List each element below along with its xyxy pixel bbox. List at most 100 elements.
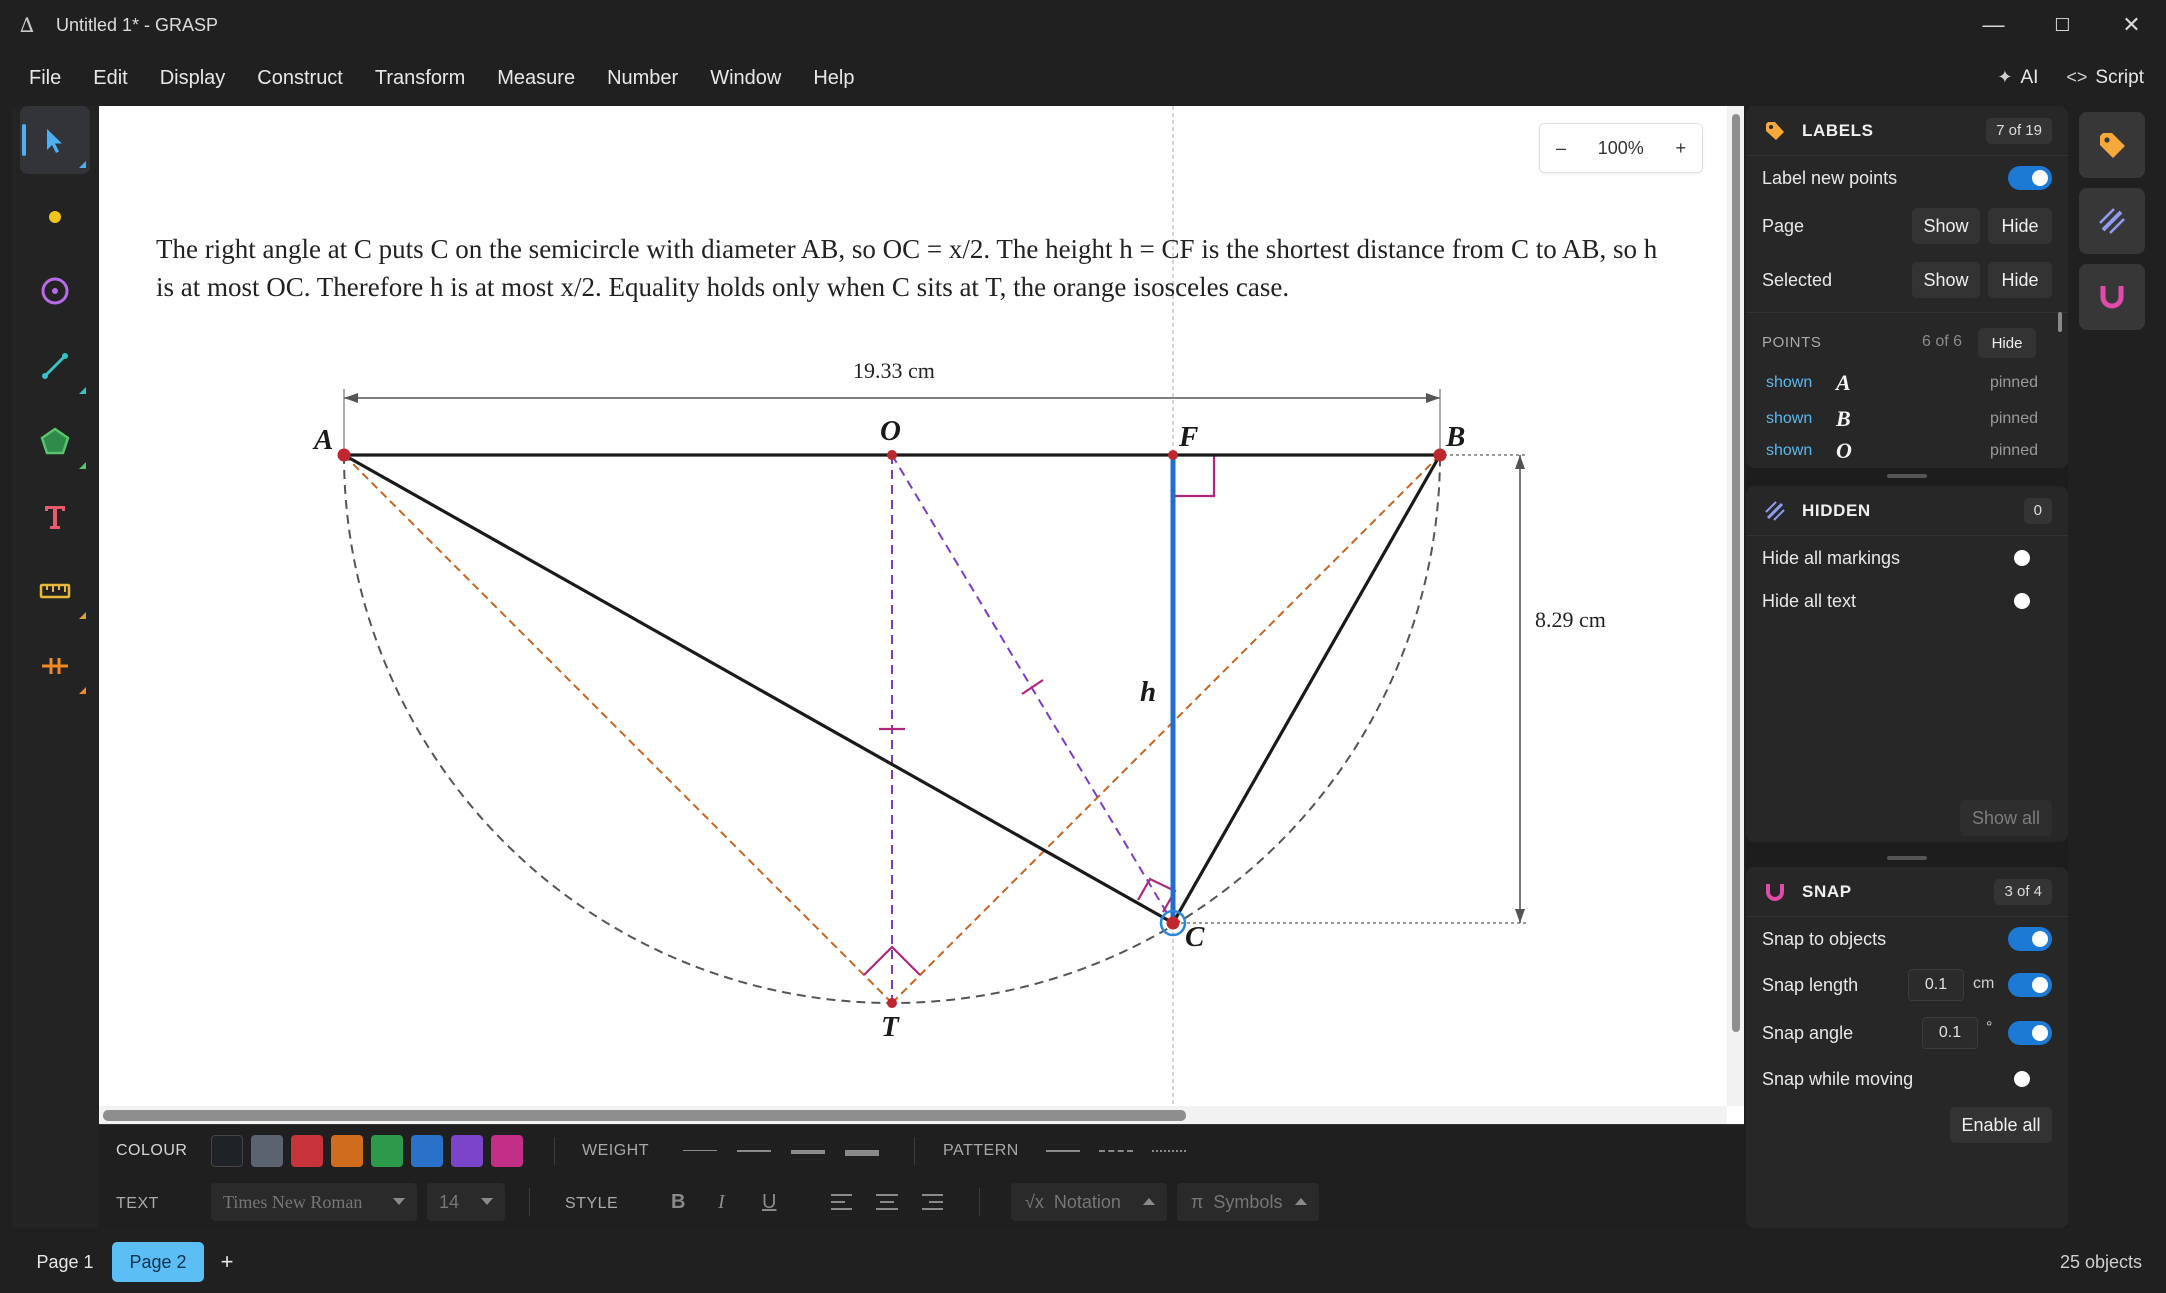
hide-all-markings-toggle[interactable]	[2008, 546, 2052, 570]
label-f[interactable]: F	[1178, 421, 1198, 453]
snap-angle-input[interactable]: 0.1	[1922, 1017, 1978, 1049]
horizontal-scrollbar[interactable]	[99, 1106, 1727, 1124]
snap-to-objects-toggle[interactable]	[2008, 927, 2052, 951]
snap-length-toggle[interactable]	[2008, 973, 2052, 997]
menu-help[interactable]: Help	[797, 56, 870, 100]
purple-segment-oc[interactable]	[891, 454, 1174, 924]
menu-number[interactable]: Number	[591, 56, 694, 100]
segment-ac[interactable]	[343, 453, 1174, 925]
labels-panel-button[interactable]	[2079, 112, 2145, 178]
menu-window[interactable]: Window	[694, 56, 797, 100]
labels-header[interactable]: LABELS 7 of 19	[1746, 106, 2068, 156]
point-row-b[interactable]: shown Bpinned	[1766, 402, 2048, 436]
align-left-icon[interactable]	[830, 1193, 854, 1211]
pattern-dotted[interactable]	[1152, 1150, 1186, 1152]
align-right-icon[interactable]	[920, 1193, 944, 1211]
maximize-button[interactable]: ☐	[2028, 0, 2097, 50]
align-center-icon[interactable]	[875, 1193, 899, 1211]
vertical-scroll-thumb[interactable]	[1732, 114, 1740, 1032]
point-a[interactable]	[337, 448, 351, 462]
line-tool[interactable]	[20, 332, 90, 400]
point-b[interactable]	[1433, 448, 1447, 462]
point-t[interactable]	[887, 998, 897, 1008]
label-h[interactable]: h	[1140, 676, 1156, 708]
polygon-tool[interactable]	[20, 407, 90, 475]
weight-regular[interactable]	[737, 1150, 771, 1152]
close-button[interactable]: ✕	[2097, 0, 2166, 50]
point-row-o[interactable]: shown Opinned	[1766, 436, 2048, 466]
label-b[interactable]: B	[1445, 421, 1465, 453]
zoom-out-button[interactable]: –	[1556, 138, 1566, 159]
swatch-orange[interactable]	[331, 1135, 363, 1167]
selected-hide-button[interactable]: Hide	[1988, 262, 2052, 298]
dimension-height-label[interactable]: 8.29 cm	[1535, 607, 1606, 632]
point-state[interactable]: shown	[1766, 410, 1836, 428]
page-tab-1[interactable]: Page 1	[24, 1242, 106, 1282]
menu-file[interactable]: File	[0, 56, 77, 100]
hide-all-text-toggle[interactable]	[2008, 589, 2052, 613]
minimize-button[interactable]: —	[1959, 0, 2028, 50]
pattern-dashed[interactable]	[1099, 1150, 1133, 1152]
point-f[interactable]	[1168, 450, 1178, 460]
snap-length-input[interactable]: 0.1	[1908, 969, 1964, 1001]
dimension-width-label[interactable]: 19.33 cm	[853, 358, 935, 383]
weight-medium[interactable]	[791, 1150, 825, 1154]
points-hide-button[interactable]: Hide	[1978, 328, 2036, 358]
circle-tool[interactable]	[20, 257, 90, 325]
measure-tool[interactable]	[20, 557, 90, 625]
weight-thin[interactable]	[683, 1150, 717, 1151]
swatch-blue[interactable]	[411, 1135, 443, 1167]
menu-construct[interactable]: Construct	[241, 56, 359, 100]
hidden-header[interactable]: HIDDEN 0	[1746, 486, 2068, 536]
ai-button[interactable]: ✦ AI	[1997, 67, 2038, 89]
vertical-scrollbar[interactable]	[1727, 106, 1744, 1106]
underline-button[interactable]: U	[762, 1191, 776, 1214]
section-resize-handle[interactable]	[1887, 474, 1927, 478]
label-a[interactable]: A	[312, 424, 333, 456]
point-o[interactable]	[887, 450, 897, 460]
points-scroll-thumb[interactable]	[2058, 312, 2062, 332]
swatch-black[interactable]	[211, 1135, 243, 1167]
show-all-button[interactable]: Show all	[1960, 800, 2052, 836]
point-state[interactable]: shown	[1766, 442, 1836, 460]
snap-while-moving-toggle[interactable]	[2008, 1067, 2052, 1091]
font-family-select[interactable]: Times New Roman	[211, 1183, 417, 1221]
snap-header[interactable]: SNAP 3 of 4	[1746, 867, 2068, 917]
point-state[interactable]: shown	[1766, 374, 1836, 392]
page-show-button[interactable]: Show	[1912, 208, 1980, 244]
marker-tool[interactable]	[20, 632, 90, 700]
segment-bc[interactable]	[1171, 454, 1442, 924]
page-hide-button[interactable]: Hide	[1988, 208, 2052, 244]
swatch-magenta[interactable]	[491, 1135, 523, 1167]
menu-display[interactable]: Display	[144, 56, 242, 100]
label-new-points-toggle[interactable]	[2008, 166, 2052, 190]
menu-measure[interactable]: Measure	[481, 56, 591, 100]
script-button[interactable]: <> Script	[2066, 67, 2144, 89]
bold-button[interactable]: B	[671, 1191, 685, 1214]
symbols-dropdown[interactable]: π Symbols	[1177, 1183, 1319, 1221]
zoom-in-button[interactable]: +	[1675, 138, 1686, 159]
add-page-button[interactable]: +	[214, 1242, 240, 1282]
swatch-gray[interactable]	[251, 1135, 283, 1167]
swatch-red[interactable]	[291, 1135, 323, 1167]
label-c[interactable]: C	[1185, 921, 1205, 953]
horizontal-scroll-thumb[interactable]	[103, 1110, 1186, 1121]
hidden-panel-button[interactable]	[2079, 188, 2145, 254]
selected-show-button[interactable]: Show	[1912, 262, 1980, 298]
point-c[interactable]	[1166, 916, 1180, 930]
italic-button[interactable]: I	[718, 1191, 725, 1214]
pattern-solid[interactable]	[1046, 1150, 1080, 1152]
swatch-green[interactable]	[371, 1135, 403, 1167]
font-size-select[interactable]: 14	[427, 1183, 505, 1221]
swatch-purple[interactable]	[451, 1135, 483, 1167]
weight-heavy[interactable]	[845, 1150, 879, 1156]
orange-segment-at[interactable]	[343, 454, 893, 1004]
label-t[interactable]: T	[881, 1011, 900, 1043]
menu-edit[interactable]: Edit	[77, 56, 143, 100]
explanation-text[interactable]: The right angle at C puts C on the semic…	[156, 230, 1676, 306]
snap-angle-toggle[interactable]	[2008, 1021, 2052, 1045]
menu-transform[interactable]: Transform	[359, 56, 481, 100]
text-tool[interactable]	[20, 482, 90, 550]
label-o[interactable]: O	[880, 415, 901, 447]
point-tool[interactable]	[20, 183, 90, 251]
